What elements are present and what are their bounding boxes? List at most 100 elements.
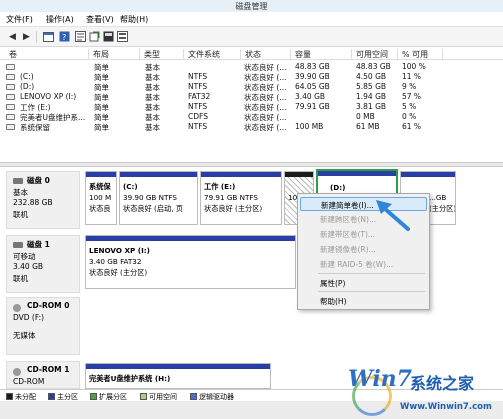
disk-type: CD-ROM <box>13 377 45 386</box>
menu-separator <box>318 273 425 274</box>
table-row[interactable]: (C:) 简单 基本 NTFS 状态良好 (... 39.90 GB 4.50 … <box>0 72 503 82</box>
cdrom-0-label[interactable]: CD-ROM 0 DVD (F:) 无媒体 <box>6 297 80 355</box>
cell-free: 3.81 GB <box>356 102 387 111</box>
menu-help[interactable]: 帮助(H) <box>300 294 427 308</box>
menu-new-raid5-volume[interactable]: 新建 RAID-5 卷(W)... <box>300 257 427 271</box>
col-volume[interactable]: 卷 <box>9 49 17 60</box>
toolbar: ◀ ▶ ? <box>0 27 503 47</box>
table-row[interactable]: 完美者U盘维护系... 简单 基本 CDFS 状态良好 (... 0 MB 0 … <box>0 112 503 122</box>
disk-icon <box>13 178 23 184</box>
partition-title: 系统保 <box>89 182 111 191</box>
table-row[interactable]: LENOVO XP (I:) 简单 基本 FAT32 状态良好 (... 3.4… <box>0 92 503 102</box>
cell-volume: (C:) <box>20 72 34 81</box>
partition-c[interactable]: (C:) 39.90 GB NTFS 状态良好 (启动, 页 <box>119 171 198 225</box>
properties-icon[interactable] <box>74 30 87 43</box>
cell-capacity: 3.40 GB <box>295 92 326 101</box>
cell-capacity: 39.90 GB <box>295 72 330 81</box>
table-row[interactable]: 系统保留 简单 基本 NTFS 状态良好 (... 100 MB 61 MB 6… <box>0 122 503 132</box>
col-capacity[interactable]: 容量 <box>295 49 311 60</box>
watermark-title: 系统之家 <box>410 374 475 393</box>
cell-percent: 11 % <box>402 72 422 81</box>
cell-status: 状态良好 (... <box>244 123 287 132</box>
table-row[interactable]: 工作 (E:) 简单 基本 NTFS 状态良好 (... 79.91 GB 3.… <box>0 102 503 112</box>
menu-help[interactable]: 帮助(H) <box>120 14 148 25</box>
disk-name: CD-ROM 1 <box>27 365 70 374</box>
partition-size: ...GB <box>429 193 447 202</box>
window-title: 磁盘管理 <box>235 2 268 11</box>
menu-view[interactable]: 查看(V) <box>86 14 114 25</box>
col-type[interactable]: 类型 <box>144 49 160 60</box>
disk-1-label[interactable]: 磁盘 1 可移动 3.40 GB 联机 <box>6 235 80 293</box>
disk-size: 3.40 GB <box>13 262 44 271</box>
svg-text:?: ? <box>62 33 66 42</box>
partition-size: 100 M <box>89 193 112 202</box>
view-icon[interactable] <box>116 30 129 43</box>
disk-name: 磁盘 1 <box>27 240 50 249</box>
cell-fs: NTFS <box>188 122 208 131</box>
cell-capacity: 48.83 GB <box>295 62 330 71</box>
menu-new-mirrored-volume[interactable]: 新建镜像卷(R)... <box>300 242 427 256</box>
cell-capacity: 64.05 GB <box>295 82 330 91</box>
refresh-icon[interactable] <box>88 30 101 43</box>
disk-0-label[interactable]: 磁盘 0 基本 232.88 GB 联机 <box>6 171 80 229</box>
menu-properties[interactable]: 属性(P) <box>300 276 427 290</box>
disk-type: 基本 <box>13 188 28 197</box>
disk-name: 磁盘 0 <box>27 176 50 185</box>
cell-free: 5.85 GB <box>356 82 387 91</box>
partition-status: 状态良好 (主分区) <box>89 268 148 277</box>
partition-status: 状态良好 (主分区) <box>204 204 263 213</box>
col-free[interactable]: 可用空间 <box>356 49 388 60</box>
disk-name: CD-ROM 0 <box>27 301 70 310</box>
cell-capacity: 100 MB <box>295 122 324 131</box>
volume-icon <box>6 84 15 90</box>
export-icon[interactable] <box>102 30 115 43</box>
forward-icon[interactable]: ▶ <box>20 30 33 43</box>
col-layout[interactable]: 布局 <box>93 49 109 60</box>
partition-status: 状态良 <box>89 204 111 213</box>
partition-status: 状态良好 (启动, 页 <box>123 204 183 213</box>
disk-type: DVD (F:) <box>13 313 45 322</box>
menu-bar: 文件(F) 操作(A) 查看(V) 帮助(H) <box>0 12 503 27</box>
cell-fs: CDFS <box>188 112 208 121</box>
cell-percent: 57 % <box>402 92 422 101</box>
volume-icon <box>6 64 15 70</box>
partition-size: 3.40 GB FAT32 <box>89 257 142 266</box>
partition-status: (主分区) <box>429 204 456 213</box>
table-row[interactable]: 简单 基本 状态良好 (... 48.83 GB 48.83 GB 100 % <box>0 62 503 72</box>
cell-percent: 0 % <box>402 112 417 121</box>
help-icon[interactable]: ? <box>58 30 71 43</box>
cell-volume: LENOVO XP (I:) <box>20 92 77 101</box>
menu-action[interactable]: 操作(A) <box>46 14 74 25</box>
cell-volume: 系统保留 <box>20 123 50 132</box>
partition-e[interactable]: 工作 (E:) 79.91 GB NTFS 状态良好 (主分区) <box>200 171 282 225</box>
menu-file[interactable]: 文件(F) <box>6 14 33 25</box>
partition-title: (C:) <box>123 182 138 191</box>
cell-free: 4.50 GB <box>356 72 387 81</box>
back-icon[interactable]: ◀ <box>6 30 19 43</box>
toolbar-divider <box>36 31 37 43</box>
cell-percent: 9 % <box>402 82 417 91</box>
cell-free: 1.94 GB <box>356 92 387 101</box>
pointer-arrow-icon <box>376 200 410 231</box>
col-percent-free[interactable]: % 可用 <box>402 49 428 60</box>
partition-size: 39.90 GB NTFS <box>123 193 177 202</box>
partition-cd-h[interactable]: 完美者U盘维护系统 (H:) <box>85 363 271 389</box>
partition-system-reserved[interactable]: 系统保 100 M 状态良 <box>85 171 117 225</box>
table-row[interactable]: (D:) 简单 基本 NTFS 状态良好 (... 64.05 GB 5.85 … <box>0 82 503 92</box>
cell-fs: NTFS <box>188 102 208 111</box>
watermark-brand: Win7 <box>348 366 412 392</box>
cell-fs: FAT32 <box>188 92 211 101</box>
col-status[interactable]: 状态 <box>245 49 261 60</box>
partition-title: 工作 (E:) <box>204 182 236 191</box>
cell-percent: 100 % <box>402 62 426 71</box>
volume-icon <box>6 124 15 130</box>
cell-percent: 61 % <box>402 122 422 131</box>
volume-icon <box>6 104 15 110</box>
col-filesystem[interactable]: 文件系统 <box>188 49 220 60</box>
partition-lenovo-xp[interactable]: LENOVO XP (I:) 3.40 GB FAT32 状态良好 (主分区) <box>85 235 296 289</box>
cdrom-1-label[interactable]: CD-ROM 1 CD-ROM <box>6 361 80 389</box>
cell-fs: NTFS <box>188 72 208 81</box>
volume-table-header: 卷 布局 类型 文件系统 状态 容量 可用空间 % 可用 <box>0 48 503 60</box>
console-icon[interactable] <box>42 30 55 43</box>
menu-separator <box>318 291 425 292</box>
